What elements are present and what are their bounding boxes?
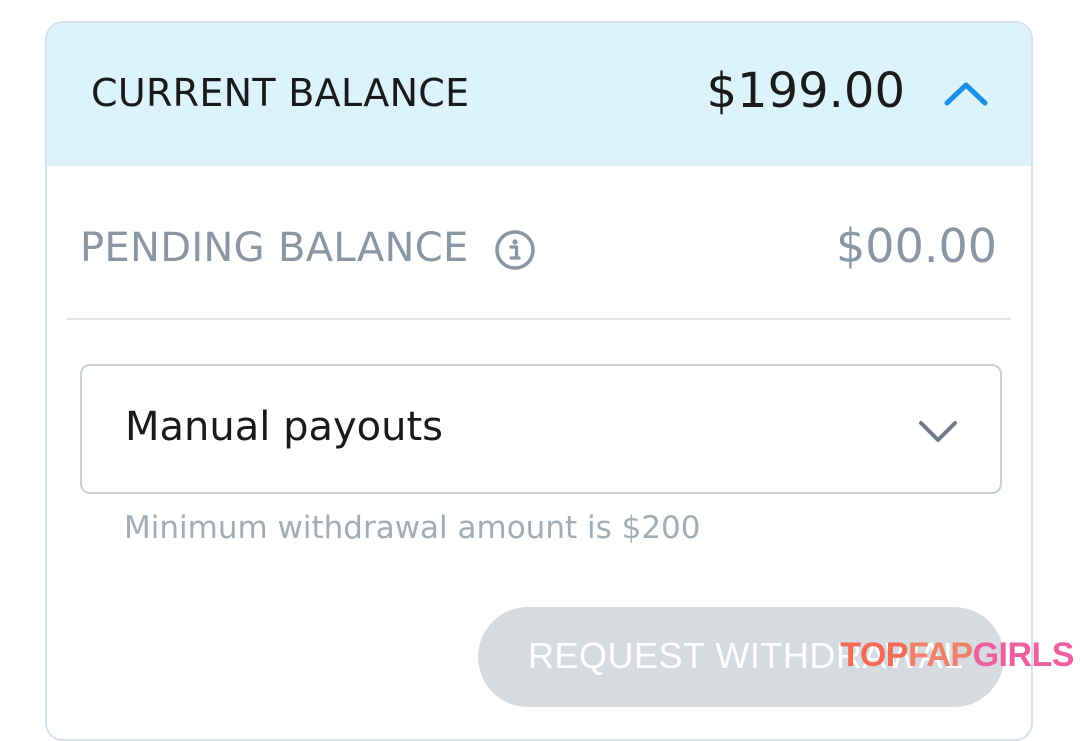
pending-balance-amount: $00.00 — [836, 219, 997, 273]
watermark-part-fap: FAP — [908, 636, 973, 674]
chevron-down-icon — [916, 414, 960, 448]
pending-balance-label: PENDING BALANCE — [80, 225, 469, 271]
current-balance-header[interactable]: CURRENT BALANCE $199.00 — [47, 23, 1031, 166]
balance-card: CURRENT BALANCE $199.00 PENDING BALANCE … — [45, 21, 1033, 741]
minimum-withdrawal-hint: Minimum withdrawal amount is $200 — [124, 510, 701, 546]
payout-method-select[interactable]: Manual payouts — [80, 364, 1002, 494]
watermark-part-top: TOP — [840, 636, 908, 674]
current-balance-label: CURRENT BALANCE — [91, 71, 469, 115]
watermark: TOPFAPGIRLS — [840, 636, 1074, 675]
info-icon[interactable] — [494, 229, 536, 271]
current-balance-amount: $199.00 — [707, 63, 906, 119]
chevron-up-icon[interactable] — [941, 73, 991, 113]
divider — [67, 318, 1011, 320]
watermark-part-girls: GIRLS — [973, 636, 1074, 674]
payout-method-value: Manual payouts — [125, 404, 443, 450]
